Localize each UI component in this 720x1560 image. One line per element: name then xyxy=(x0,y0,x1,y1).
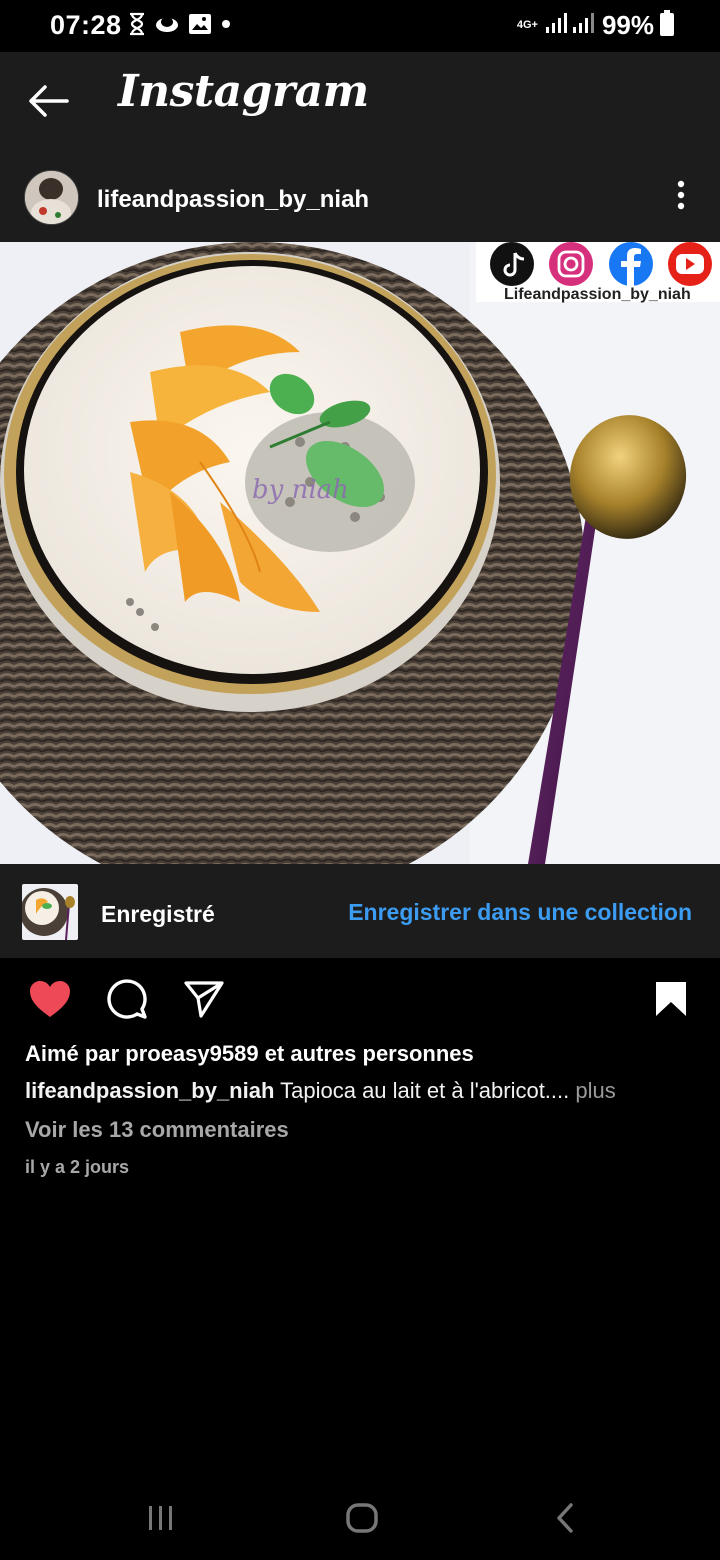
system-nav-bar xyxy=(0,1480,720,1560)
status-notification-icons xyxy=(128,12,232,40)
like-button[interactable] xyxy=(25,978,75,1024)
gallery-icon xyxy=(188,13,212,40)
notification-dot-icon xyxy=(220,17,232,35)
cloud-icon xyxy=(154,13,180,40)
save-to-collection-link[interactable]: Enregistrer dans une collection xyxy=(348,899,692,926)
home-button[interactable] xyxy=(332,1498,392,1542)
comment-icon xyxy=(106,978,148,1025)
share-icon xyxy=(183,979,225,1024)
post-actions xyxy=(0,960,720,1040)
post-image[interactable]: by niah Lifeandpassion_by_niah xyxy=(0,242,720,864)
image-watermark: by niah xyxy=(252,475,349,505)
caption[interactable]: lifeandpassion_by_niah Tapioca au lait e… xyxy=(25,1078,616,1104)
nav-back-button[interactable] xyxy=(535,1498,595,1542)
more-vertical-icon xyxy=(677,180,685,215)
network-type: 4G+ xyxy=(516,19,538,31)
more-options-button[interactable] xyxy=(664,175,698,219)
back-arrow-icon xyxy=(27,84,69,123)
status-right: 4G+ 99% xyxy=(517,10,674,41)
battery-icon xyxy=(660,10,674,41)
caption-username[interactable]: lifeandpassion_by_niah xyxy=(25,1078,274,1103)
status-bar: 07:28 4G+ 99% xyxy=(0,0,720,52)
comment-button[interactable] xyxy=(102,978,152,1024)
bookmark-icon xyxy=(654,980,688,1023)
caption-text: Tapioca au lait et à l'abricot.... xyxy=(274,1078,576,1103)
app-header: Instagram xyxy=(0,52,720,151)
saved-thumbnail[interactable] xyxy=(22,884,78,940)
battery-level: 99% xyxy=(601,10,654,40)
save-button[interactable] xyxy=(646,978,696,1024)
post-header: lifeandpassion_by_niah xyxy=(0,151,720,242)
caption-more-link[interactable]: plus xyxy=(575,1078,615,1103)
avatar[interactable] xyxy=(24,170,79,225)
saved-label: Enregistré xyxy=(101,901,215,927)
signal-icon xyxy=(544,11,596,40)
heart-icon xyxy=(28,979,72,1024)
back-button[interactable] xyxy=(24,82,72,124)
tiktok-icon xyxy=(490,242,534,286)
back-icon xyxy=(553,1502,577,1539)
share-button[interactable] xyxy=(179,978,229,1024)
banner-handle: Lifeandpassion_by_niah xyxy=(504,286,691,303)
home-icon xyxy=(345,1502,379,1539)
recent-apps-button[interactable] xyxy=(131,1498,191,1542)
recent-apps-icon xyxy=(146,1504,176,1537)
hourglass-icon xyxy=(128,12,146,41)
status-time: 07:28 xyxy=(50,10,122,40)
saved-toast: Enregistré Enregistrer dans une collecti… xyxy=(0,864,720,958)
view-comments-link[interactable]: Voir les 13 commentaires xyxy=(25,1117,289,1143)
facebook-icon xyxy=(609,242,653,286)
youtube-icon xyxy=(668,242,712,286)
post-timestamp: il y a 2 jours xyxy=(25,1157,130,1177)
app-title: Instagram xyxy=(118,66,369,117)
likes-summary[interactable]: Aimé par proeasy9589 et autres personnes xyxy=(25,1041,474,1067)
instagram-icon xyxy=(549,242,593,286)
post-username[interactable]: lifeandpassion_by_niah xyxy=(97,186,369,214)
